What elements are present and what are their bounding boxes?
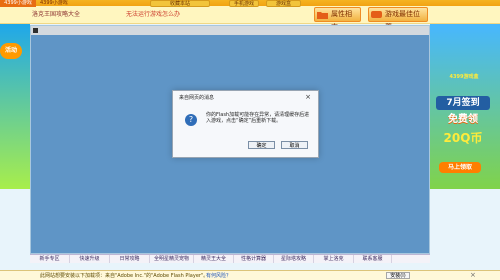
property-button[interactable]: 属性相克 [314, 7, 361, 31]
right-ad-line2: 免费领 [448, 114, 478, 125]
frame-top-bar [31, 26, 429, 35]
dialog-message: 你的Flash加载可能存在异常，请清理缓存后进入游戏，点击“确定”后重新下载。 [206, 112, 310, 124]
bottom-nav-item[interactable]: 性格计算器 [234, 255, 274, 263]
game-box-button[interactable]: 游戏盒 [266, 0, 301, 7]
right-ad-box: 4399游戏盒 [449, 74, 479, 80]
flash-prompt-text: 此网站想要安装以下加载项：来自"Adobe Inc."的"Adobe Flash… [40, 273, 209, 279]
right-ad[interactable]: 4399游戏盒 7月签到 免费领 20Q币 马上领取 [430, 24, 500, 189]
favorites-button[interactable]: 收藏本站 [150, 0, 210, 7]
close-icon[interactable]: × [470, 271, 476, 279]
close-icon[interactable]: × [305, 93, 311, 101]
left-ad[interactable]: 活动 [0, 24, 30, 189]
install-button[interactable]: 安装(I) [386, 272, 410, 279]
question-icon: ? [185, 114, 197, 126]
flash-install-bar: 此网站想要安装以下加载项：来自"Adobe Inc."的"Adobe Flash… [0, 270, 500, 280]
left-ad-badge: 活动 [0, 43, 22, 59]
game-icon [371, 11, 382, 18]
mobile-button[interactable]: 手机游戏 [229, 0, 259, 7]
bottom-nav: 新手专区 快速升级 日常攻略 全明星精灵宠物 精灵王大全 性格计算器 星际塔攻略… [30, 254, 430, 263]
flash-risk-link[interactable]: 有何风险？ [206, 272, 231, 279]
site-name: 4399小游戏 [40, 0, 68, 6]
right-ad-line1: 7月签到 [436, 96, 490, 110]
bottom-nav-item[interactable]: 日常攻略 [110, 255, 150, 263]
right-ad-line3: 20Q币 [443, 131, 483, 145]
top-bar: 4399小游戏 4399小游戏 收藏本站 手机游戏 游戏盒 洛克王国攻略大全 无… [0, 0, 500, 31]
dialog-title: 来自网页的消息 [179, 95, 215, 101]
bottom-nav-item[interactable]: 星际塔攻略 [274, 255, 314, 263]
ok-button[interactable]: 确定 [248, 141, 275, 149]
frame-corner-icon [33, 28, 38, 33]
message-dialog: 来自网页的消息 × ? 你的Flash加载可能存在异常，请清理缓存后进入游戏，点… [172, 90, 319, 158]
folder-icon [317, 12, 328, 19]
breadcrumb[interactable]: 洛克王国攻略大全 [32, 9, 80, 18]
notice-link[interactable]: 无法运行游戏怎么办 [126, 9, 180, 18]
bottom-nav-item[interactable]: 新手专区 [30, 255, 70, 263]
bottom-nav-item[interactable]: 快速升级 [70, 255, 110, 263]
bottom-nav-item[interactable]: 全明星精灵宠物 [150, 255, 194, 263]
cancel-button[interactable]: 取消 [281, 141, 308, 149]
right-ad-cta: 马上领取 [439, 162, 481, 173]
bottom-nav-item[interactable]: 精灵王大全 [194, 255, 234, 263]
best-position-button[interactable]: 游戏最佳位置 [368, 7, 428, 31]
bottom-nav-item[interactable]: 掌上洛克 [314, 255, 354, 263]
site-logo[interactable]: 4399小游戏 [0, 0, 36, 7]
bottom-nav-item[interactable]: 联系客服 [354, 255, 392, 263]
